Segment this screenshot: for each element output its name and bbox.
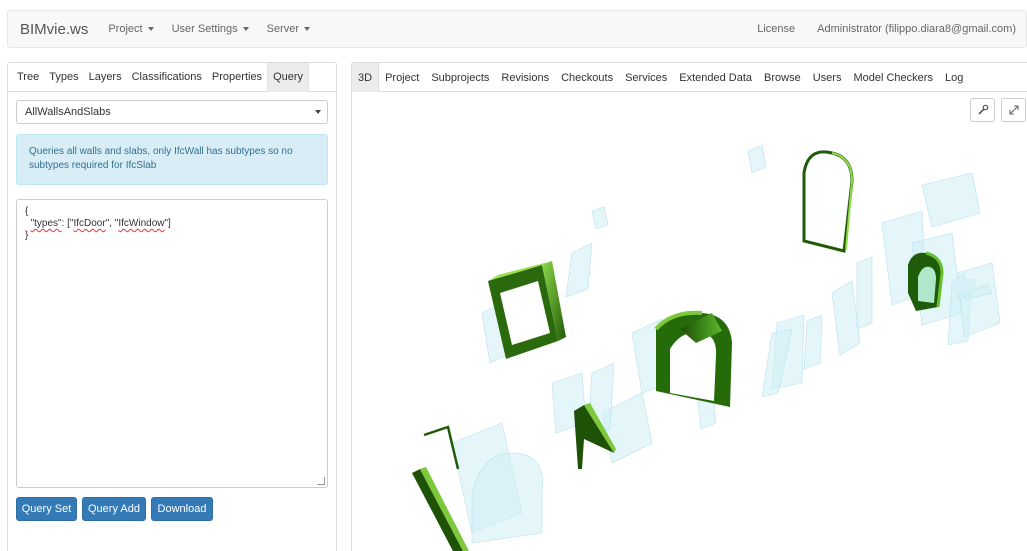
user-account-link[interactable]: Administrator (filippo.diara8@gmail.com) — [817, 23, 1016, 35]
editor-value-ifcdoor: IfcDoor — [73, 218, 106, 229]
caret-down-icon — [147, 27, 154, 31]
tab-services[interactable]: Services — [619, 63, 673, 92]
editor-token: ", " — [105, 218, 119, 229]
right-tab-bar: 3D Project Subprojects Revisions Checkou… — [352, 63, 1027, 92]
tab-revisions[interactable]: Revisions — [495, 63, 555, 92]
query-set-button[interactable]: Query Set — [16, 497, 77, 521]
fullscreen-button[interactable] — [1001, 98, 1026, 122]
tab-users[interactable]: Users — [807, 63, 848, 92]
wrench-icon — [977, 104, 988, 115]
tab-layers[interactable]: Layers — [84, 63, 127, 92]
editor-token: : [" — [61, 218, 74, 229]
tab-model-checkers[interactable]: Model Checkers — [847, 63, 938, 92]
editor-line: { — [25, 206, 29, 217]
left-tab-bar: Tree Types Layers Classifications Proper… — [8, 62, 336, 92]
query-preset-value: AllWallsAndSlabs — [25, 106, 111, 118]
tab-3d[interactable]: 3D — [352, 63, 380, 92]
resize-handle-icon[interactable] — [317, 477, 325, 485]
tab-browse[interactable]: Browse — [758, 63, 807, 92]
user-settings-menu-label: User Settings — [171, 23, 238, 35]
query-info-alert: Queries all walls and slabs, only IfcWal… — [16, 134, 328, 185]
query-info-text: Queries all walls and slabs, only IfcWal… — [29, 146, 293, 171]
user-settings-menu[interactable]: User Settings — [172, 23, 249, 35]
fullscreen-icon — [1008, 105, 1019, 115]
dropdown-arrow-icon — [315, 110, 321, 114]
tab-types[interactable]: Types — [44, 63, 83, 92]
server-menu[interactable]: Server — [266, 23, 311, 35]
tab-classifications[interactable]: Classifications — [127, 63, 207, 92]
editor-key: "types" — [30, 218, 62, 229]
project-menu[interactable]: Project — [108, 23, 154, 35]
tab-subprojects[interactable]: Subprojects — [425, 63, 495, 92]
brand-logo[interactable]: BIMvie.ws — [20, 21, 88, 38]
caret-down-icon — [304, 27, 311, 31]
tab-log[interactable]: Log — [939, 63, 969, 92]
right-panel: 3D Project Subprojects Revisions Checkou… — [351, 62, 1027, 551]
editor-value-ifcwindow: IfcWindow — [118, 218, 165, 229]
editor-line: "types": ["IfcDoor", "IfcWindow"] — [25, 218, 319, 230]
editor-token: "] — [164, 218, 171, 229]
tab-extended-data[interactable]: Extended Data — [673, 63, 758, 92]
server-menu-label: Server — [266, 23, 300, 35]
tab-tree[interactable]: Tree — [12, 63, 44, 92]
download-button[interactable]: Download — [151, 497, 213, 521]
editor-line: } — [25, 230, 29, 241]
3d-viewer-canvas[interactable] — [352, 93, 1027, 551]
query-preset-select[interactable]: AllWallsAndSlabs — [16, 100, 328, 124]
tab-properties[interactable]: Properties — [207, 63, 267, 92]
caret-down-icon — [242, 27, 249, 31]
project-menu-label: Project — [108, 23, 143, 35]
left-panel: Tree Types Layers Classifications Proper… — [7, 62, 337, 551]
query-editor[interactable]: { "types": ["IfcDoor", "IfcWindow"] } — [16, 199, 328, 488]
query-add-button[interactable]: Query Add — [82, 497, 146, 521]
tab-checkouts[interactable]: Checkouts — [555, 63, 619, 92]
top-navbar: BIMvie.ws Project User Settings Server L… — [7, 10, 1027, 48]
tab-project[interactable]: Project — [379, 63, 425, 92]
tab-query[interactable]: Query — [267, 62, 310, 92]
license-link[interactable]: License — [757, 23, 795, 35]
wrench-button[interactable] — [970, 98, 995, 122]
